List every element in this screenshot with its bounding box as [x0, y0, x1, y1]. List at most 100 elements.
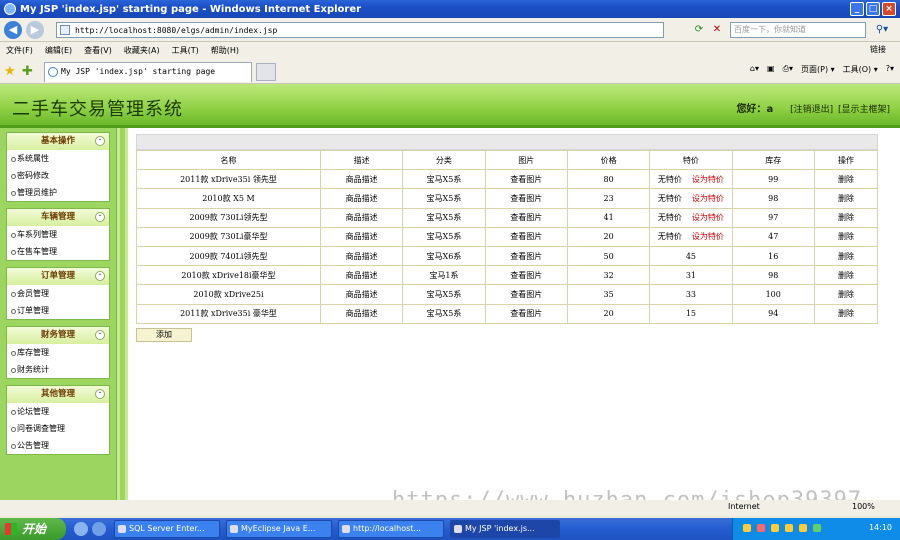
table-header-row: 名称 描述 分类 图片 价格 特价 库存 操作: [136, 149, 879, 171]
set-special-link[interactable]: 设为特价: [692, 213, 724, 222]
taskbar-item-myjsp[interactable]: My JSP 'index.js...: [450, 520, 560, 538]
minimize-button[interactable]: _: [850, 2, 864, 16]
show-frame-link[interactable]: [显示主框架]: [838, 105, 890, 115]
sidebar-item[interactable]: 车系列管理: [7, 226, 109, 243]
sidebar-item[interactable]: 问卷调查管理: [7, 420, 109, 437]
view-image-link[interactable]: 查看图片: [484, 188, 568, 209]
view-image-link[interactable]: 查看图片: [484, 207, 568, 228]
cell-category: 宝马X5系: [402, 207, 486, 228]
set-special-link[interactable]: 设为特价: [692, 232, 724, 241]
view-image-link[interactable]: 查看图片: [484, 226, 568, 247]
collapse-icon[interactable]: ⌃: [95, 136, 105, 146]
sidebar-item[interactable]: 密码修改: [7, 167, 109, 184]
start-label: 开始: [22, 522, 47, 536]
header-banner: 二手车交易管理系统 您好：a [注销退出] [显示主框架]: [0, 84, 900, 128]
delete-link[interactable]: 删除: [813, 284, 879, 305]
desc-link[interactable]: 商品描述: [319, 245, 404, 267]
add-button[interactable]: 添加: [136, 327, 192, 342]
menu-file[interactable]: 文件(F): [6, 45, 33, 56]
refresh-icon[interactable]: ⟳: [692, 23, 706, 37]
page-menu-button[interactable]: 页面(P) ▾: [801, 64, 835, 75]
sidebar-item[interactable]: 订单管理: [7, 302, 109, 319]
quicklaunch-icon[interactable]: [74, 522, 88, 536]
sidebar-item[interactable]: 论坛管理: [7, 403, 109, 420]
print-icon[interactable]: ⎙▾: [783, 64, 793, 75]
sidebar-group-title[interactable]: 财务管理 ⌃: [7, 327, 109, 344]
forward-button[interactable]: ▶: [26, 20, 44, 39]
quicklaunch-ie-icon[interactable]: [92, 522, 106, 536]
home-icon[interactable]: ⌂▾: [750, 64, 759, 75]
menu-help[interactable]: 帮助(H): [211, 45, 239, 56]
taskbar-item-sqlserver[interactable]: SQL Server Enter...: [114, 520, 220, 538]
sidebar-item[interactable]: 系统属性: [7, 150, 109, 167]
set-special-link[interactable]: 设为特价: [692, 194, 724, 203]
view-image-link[interactable]: 查看图片: [484, 284, 568, 305]
menu-view[interactable]: 查看(V): [84, 45, 112, 56]
logout-link[interactable]: [注销退出]: [790, 105, 833, 115]
search-icon[interactable]: ⚲▾: [870, 22, 894, 38]
delete-link[interactable]: 删除: [813, 188, 879, 209]
collapse-icon[interactable]: ⌃: [95, 212, 105, 222]
view-image-link[interactable]: 查看图片: [484, 245, 568, 267]
sidebar-item[interactable]: 在售车管理: [7, 243, 109, 260]
delete-link[interactable]: 删除: [813, 265, 879, 286]
address-input[interactable]: http://localhost:8080/elgs/admin/index.j…: [56, 22, 664, 38]
tray-icon[interactable]: [757, 524, 765, 532]
tray-icon[interactable]: [771, 524, 779, 532]
sidebar-item[interactable]: 库存管理: [7, 344, 109, 361]
delete-link[interactable]: 删除: [813, 303, 879, 324]
start-button[interactable]: 开始: [0, 518, 66, 540]
desc-link[interactable]: 商品描述: [319, 284, 404, 305]
tray-icon[interactable]: [813, 524, 821, 532]
tray-icon[interactable]: [799, 524, 807, 532]
desc-link[interactable]: 商品描述: [319, 226, 404, 247]
view-image-link[interactable]: 查看图片: [484, 303, 568, 324]
sidebar-group-title[interactable]: 订单管理 ⌃: [7, 268, 109, 285]
sidebar-group-title[interactable]: 基本操作 ⌃: [7, 133, 109, 150]
desc-link[interactable]: 商品描述: [319, 169, 404, 190]
desc-link[interactable]: 商品描述: [319, 188, 404, 209]
sidebar-group-title[interactable]: 其他管理 ⌃: [7, 386, 109, 403]
new-tab-button[interactable]: [256, 63, 276, 81]
tools-menu-button[interactable]: 工具(O) ▾: [843, 64, 878, 75]
close-button[interactable]: ×: [882, 2, 896, 16]
sidebar-item[interactable]: 管理员维护: [7, 184, 109, 201]
taskbar-item-myeclipse[interactable]: MyEclipse Java E...: [226, 520, 332, 538]
sidebar-item[interactable]: 会员管理: [7, 285, 109, 302]
stop-icon[interactable]: ✕: [710, 23, 724, 37]
links-label[interactable]: 链接: [870, 44, 886, 55]
sidebar-group: 财务管理 ⌃ 库存管理 财务统计: [6, 326, 110, 379]
collapse-icon[interactable]: ⌃: [95, 330, 105, 340]
desc-link[interactable]: 商品描述: [319, 265, 404, 286]
desc-link[interactable]: 商品描述: [319, 303, 404, 324]
menu-edit[interactable]: 编辑(E): [45, 45, 72, 56]
browser-tab[interactable]: My JSP 'index.jsp' starting page: [44, 62, 252, 82]
favorites-star-icon[interactable]: ★: [4, 64, 16, 79]
delete-link[interactable]: 删除: [813, 169, 879, 190]
taskbar-item-localhost[interactable]: http://localhost...: [338, 520, 444, 538]
collapse-icon[interactable]: ⌃: [95, 271, 105, 281]
delete-link[interactable]: 删除: [813, 207, 879, 228]
back-button[interactable]: ◀: [4, 20, 22, 39]
feeds-icon[interactable]: ▣: [767, 64, 775, 75]
sidebar-splitter[interactable]: [116, 128, 128, 502]
zoom-level[interactable]: 100%: [852, 502, 875, 511]
menu-tools[interactable]: 工具(T): [172, 45, 199, 56]
help-icon[interactable]: ?▾: [886, 64, 894, 75]
set-special-link[interactable]: 设为特价: [692, 175, 724, 184]
view-image-link[interactable]: 查看图片: [484, 169, 568, 190]
sidebar-item[interactable]: 财务统计: [7, 361, 109, 378]
search-input[interactable]: 百度一下，你就知道: [730, 22, 866, 38]
menu-favorites[interactable]: 收藏夹(A): [124, 45, 160, 56]
delete-link[interactable]: 删除: [813, 226, 879, 247]
collapse-icon[interactable]: ⌃: [95, 389, 105, 399]
tray-icon[interactable]: [785, 524, 793, 532]
maximize-button[interactable]: □: [866, 2, 880, 16]
view-image-link[interactable]: 查看图片: [484, 265, 568, 286]
tray-icon[interactable]: [743, 524, 751, 532]
sidebar-group-title[interactable]: 车辆管理 ⌃: [7, 209, 109, 226]
delete-link[interactable]: 删除: [813, 245, 879, 267]
desc-link[interactable]: 商品描述: [319, 207, 404, 228]
add-favorite-icon[interactable]: ✚: [22, 64, 33, 79]
sidebar-item[interactable]: 公告管理: [7, 437, 109, 454]
